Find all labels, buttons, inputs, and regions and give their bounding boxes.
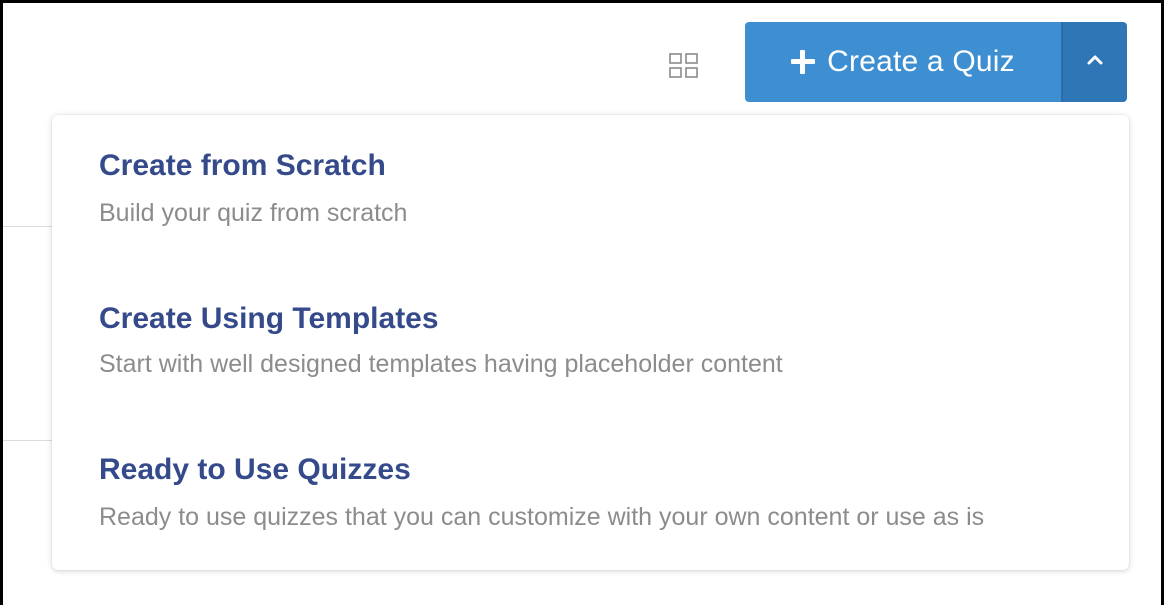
menu-item-title: Create from Scratch — [99, 149, 386, 182]
menu-item-title: Ready to Use Quizzes — [99, 453, 411, 486]
grid-view-icon[interactable] — [669, 53, 699, 79]
menu-item-description: Start with well designed templates havin… — [99, 350, 783, 378]
create-quiz-button[interactable]: Create a Quiz — [745, 22, 1061, 102]
plus-icon — [791, 50, 816, 74]
menu-item-title: Create Using Templates — [99, 302, 439, 335]
menu-item-create-using-templates[interactable]: Create Using Templates Start with well d… — [52, 265, 1129, 415]
menu-item-create-from-scratch[interactable]: Create from Scratch Build your quiz from… — [52, 115, 1129, 265]
dropdown-toggle-button[interactable] — [1063, 22, 1127, 102]
menu-item-description: Ready to use quizzes that you can custom… — [99, 503, 985, 531]
menu-item-description: Build your quiz from scratch — [99, 199, 408, 227]
chevron-up-icon — [1086, 53, 1104, 71]
menu-item-ready-to-use-quizzes[interactable]: Ready to Use Quizzes Ready to use quizze… — [52, 415, 1129, 565]
create-quiz-label: Create a Quiz — [827, 45, 1015, 78]
create-quiz-dropdown-menu: Create from Scratch Build your quiz from… — [52, 115, 1129, 570]
